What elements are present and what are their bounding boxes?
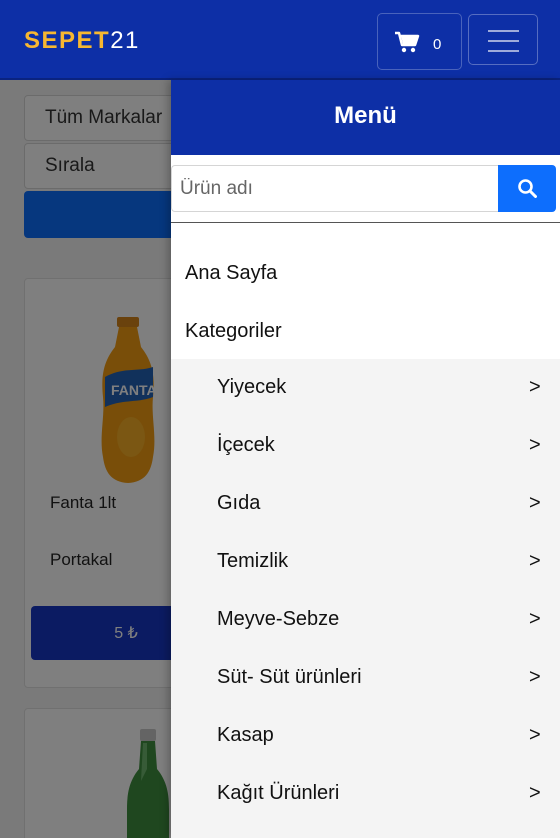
chevron-right-icon: >: [529, 666, 541, 688]
top-navbar: SEPET21 0: [0, 0, 560, 80]
hamburger-icon: [488, 30, 519, 32]
search-form: [171, 165, 560, 212]
hamburger-icon-bar: [488, 50, 519, 52]
category-item-sut-urunleri[interactable]: Süt- Süt ürünleri >: [171, 649, 560, 707]
nav-link-home[interactable]: Ana Sayfa: [185, 262, 277, 285]
category-label: İçecek: [217, 434, 275, 456]
cart-button[interactable]: 0: [377, 13, 462, 70]
chevron-right-icon: >: [529, 782, 541, 804]
category-label: Kasap: [217, 724, 274, 746]
brand-name-part2: 21: [110, 27, 140, 54]
chevron-right-icon: >: [529, 550, 541, 572]
category-item-icecek[interactable]: İçecek >: [171, 417, 560, 475]
menu-divider: [171, 222, 560, 223]
category-item-yiyecek[interactable]: Yiyecek >: [171, 359, 560, 417]
category-item-temizlik[interactable]: Temizlik >: [171, 533, 560, 591]
chevron-right-icon: >: [529, 724, 541, 746]
category-item-gida[interactable]: Gıda >: [171, 475, 560, 533]
chevron-right-icon: >: [529, 434, 541, 456]
chevron-right-icon: >: [529, 492, 541, 514]
category-item-meyve-sebze[interactable]: Meyve-Sebze >: [171, 591, 560, 649]
brand-name-part1: SEPET: [24, 27, 111, 54]
category-label: Temizlik: [217, 550, 289, 572]
category-item-kagit-urunleri[interactable]: Kağıt Ürünleri >: [171, 765, 560, 823]
menu-toggle-button[interactable]: [468, 14, 538, 65]
search-input[interactable]: [171, 165, 499, 212]
chevron-right-icon: >: [529, 608, 541, 630]
search-button[interactable]: [498, 165, 556, 212]
category-submenu: Yiyecek > İçecek > Gıda > Temizlik > Mey…: [171, 359, 560, 838]
search-icon: [518, 179, 537, 198]
category-label: Süt- Süt ürünleri: [217, 666, 362, 688]
category-label: Yiyecek: [217, 376, 287, 398]
cart-count-badge: 0: [433, 36, 442, 53]
offcanvas-menu: Menü Ana Sayfa Kategoriler Yiyecek > İçe…: [171, 80, 560, 838]
menu-title: Menü: [171, 80, 560, 155]
category-item-kasap[interactable]: Kasap >: [171, 707, 560, 765]
nav-link-categories[interactable]: Kategoriler: [185, 320, 282, 343]
category-label: Kağıt Ürünleri: [217, 782, 340, 804]
category-label: Gıda: [217, 492, 261, 514]
hamburger-icon-bar: [488, 40, 519, 42]
shopping-cart-icon: [395, 31, 420, 53]
chevron-right-icon: >: [529, 376, 541, 398]
category-label: Meyve-Sebze: [217, 608, 340, 630]
brand-logo[interactable]: SEPET21: [24, 27, 140, 55]
